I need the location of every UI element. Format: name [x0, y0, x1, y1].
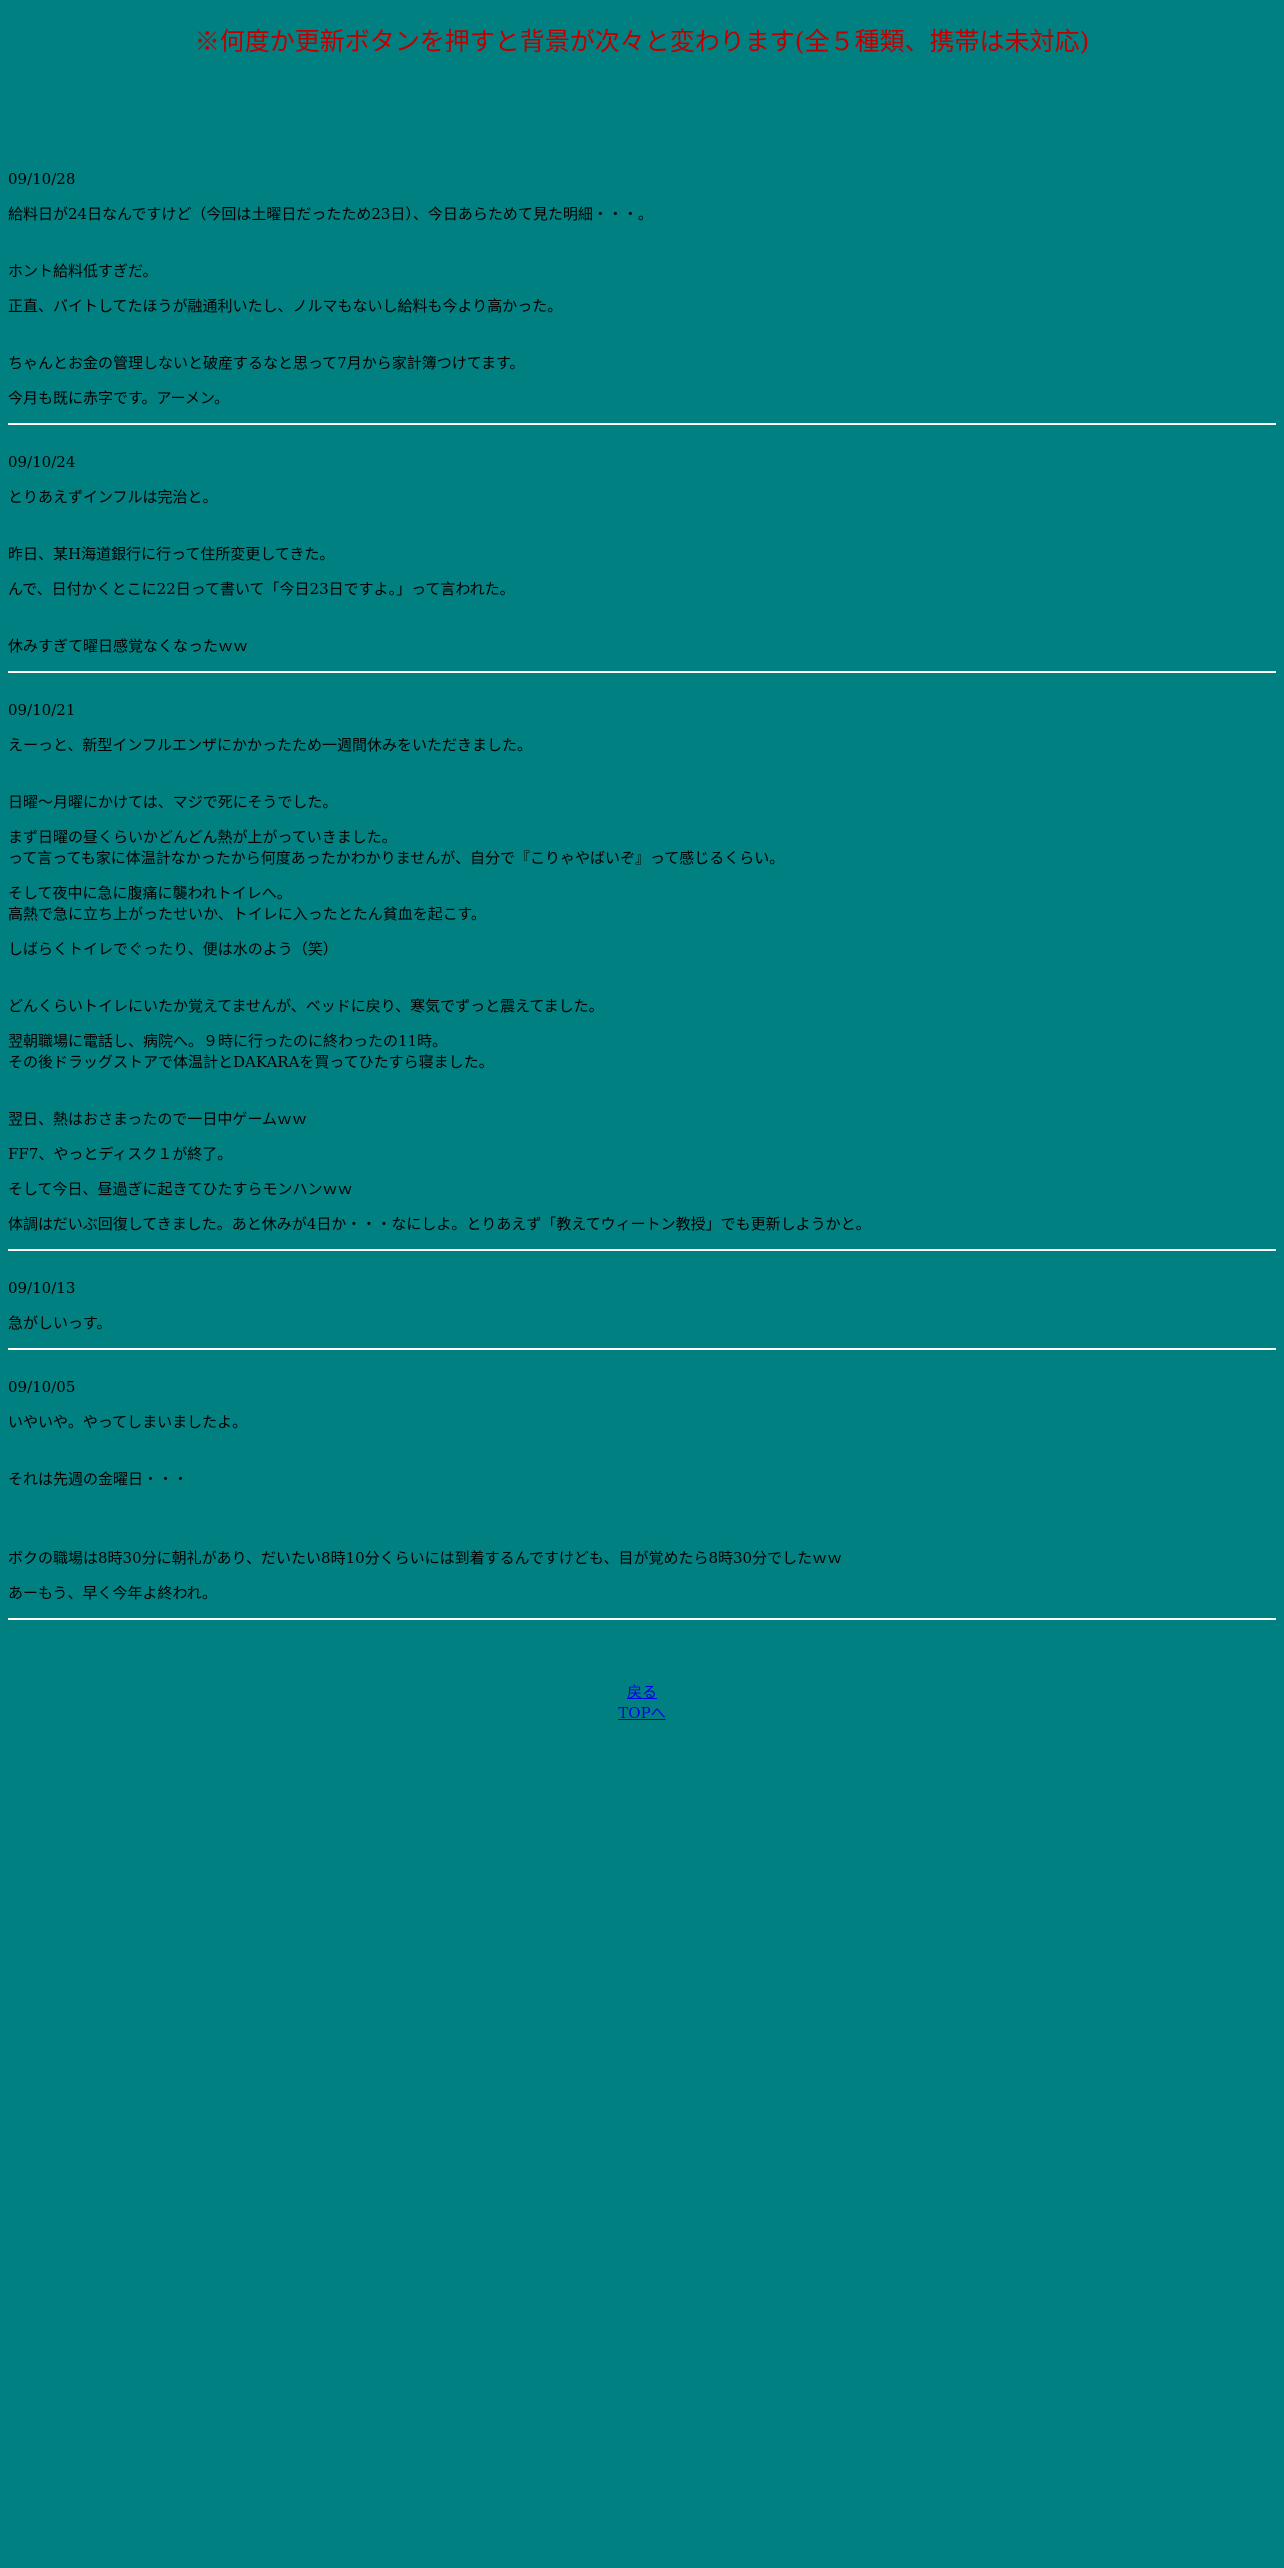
entry-date: 09/10/05	[8, 1378, 76, 1396]
diary-entry: 09/10/21 えーっと、新型インフルエンザにかかったため一週間休みをいただき…	[0, 673, 1284, 1235]
entry-paragraph: ホント給料低すぎだ。	[8, 262, 158, 280]
entry-paragraph: 翌朝職場に電話し、病院へ。９時に行ったのに終わったの11時。 その後ドラッグスト…	[8, 1032, 494, 1071]
entry-paragraph: 昨日、某H海道銀行に行って住所変更してきた。	[8, 545, 335, 563]
entry-paragraph: 急がしいっす。	[8, 1314, 112, 1332]
entry-paragraph: あーもう、早く今年よ終われ。	[8, 1584, 217, 1602]
entry-paragraph: 今月も既に赤字です。アーメン。	[8, 389, 230, 407]
entry-paragraph: そして夜中に急に腹痛に襲われトイレへ。 高熱で急に立ち上がったせいか、トイレに入…	[8, 884, 486, 923]
entry-paragraph: ボクの職場は8時30分に朝礼があり、だいたい8時10分くらいには到着するんですけ…	[8, 1549, 843, 1567]
entry-paragraph: 日曜～月曜にかけては、マジで死にそうでした。	[8, 793, 338, 811]
footer-nav: 戻る TOPへ	[0, 1682, 1284, 1724]
entry-date: 09/10/21	[8, 701, 76, 719]
entry-divider	[8, 1618, 1276, 1620]
entry-paragraph: いやいや。やってしまいましたよ。	[8, 1413, 248, 1431]
entry-paragraph: まず日曜の昼くらいかどんどん熱が上がっていきました。 って言っても家に体温計なか…	[8, 828, 785, 867]
entry-date: 09/10/13	[8, 1279, 76, 1297]
entry-paragraph: とりあえずインフルは完治と。	[8, 488, 218, 506]
entry-date: 09/10/24	[8, 453, 76, 471]
entry-paragraph: FF7、やっとディスク１が終了。	[8, 1145, 233, 1163]
entry-paragraph: 給料日が24日なんですけど（今回は土曜日だったため23日）、今日あらためて見た明…	[8, 205, 653, 223]
diary-entry: 09/10/05 いやいや。やってしまいましたよ。 それは先週の金曜日・・・ ボ…	[0, 1350, 1284, 1604]
top-link[interactable]: TOPへ	[618, 1703, 665, 1724]
entry-paragraph: そして今日、昼過ぎに起きてひたすらモンハンｗｗ	[8, 1180, 353, 1198]
entry-paragraph: どんくらいトイレにいたか覚えてませんが、ベッドに戻り、寒気でずっと震えてました。	[8, 997, 604, 1015]
entry-paragraph: んで、日付かくとこに22日って書いて「今日23日ですよ。」って言われた。	[8, 580, 515, 598]
entry-paragraph: それは先週の金曜日・・・	[8, 1470, 189, 1488]
entry-paragraph: 休みすぎて曜日感覚なくなったｗｗ	[8, 637, 249, 655]
entry-paragraph: ちゃんとお金の管理しないと破産するなと思って7月から家計簿つけてます。	[8, 354, 525, 372]
entry-paragraph: 翌日、熱はおさまったので一日中ゲームｗｗ	[8, 1110, 307, 1128]
entry-paragraph: しばらくトイレでぐったり、便は水のよう（笑）	[8, 940, 338, 958]
entry-paragraph: えーっと、新型インフルエンザにかかったため一週間休みをいただきました。	[8, 736, 532, 754]
diary-entry: 09/10/13 急がしいっす。	[0, 1251, 1284, 1334]
diary-entry: 09/10/28 給料日が24日なんですけど（今回は土曜日だったため23日）、今…	[0, 142, 1284, 409]
entry-paragraph: 正直、バイトしてたほうが融通利いたし、ノルマもないし給料も今より高かった。	[8, 297, 563, 315]
page-notice: ※何度か更新ボタンを押すと背景が次々と変わります(全５種類、携帯は未対応)	[194, 27, 1090, 56]
entry-paragraph: 体調はだいぶ回復してきました。あと休みが4日か・・・なにしよ。とりあえず「教えて…	[8, 1215, 871, 1233]
back-link[interactable]: 戻る	[627, 1682, 657, 1703]
diary-entry: 09/10/24 とりあえずインフルは完治と。 昨日、某H海道銀行に行って住所変…	[0, 425, 1284, 657]
entry-date: 09/10/28	[8, 170, 76, 188]
